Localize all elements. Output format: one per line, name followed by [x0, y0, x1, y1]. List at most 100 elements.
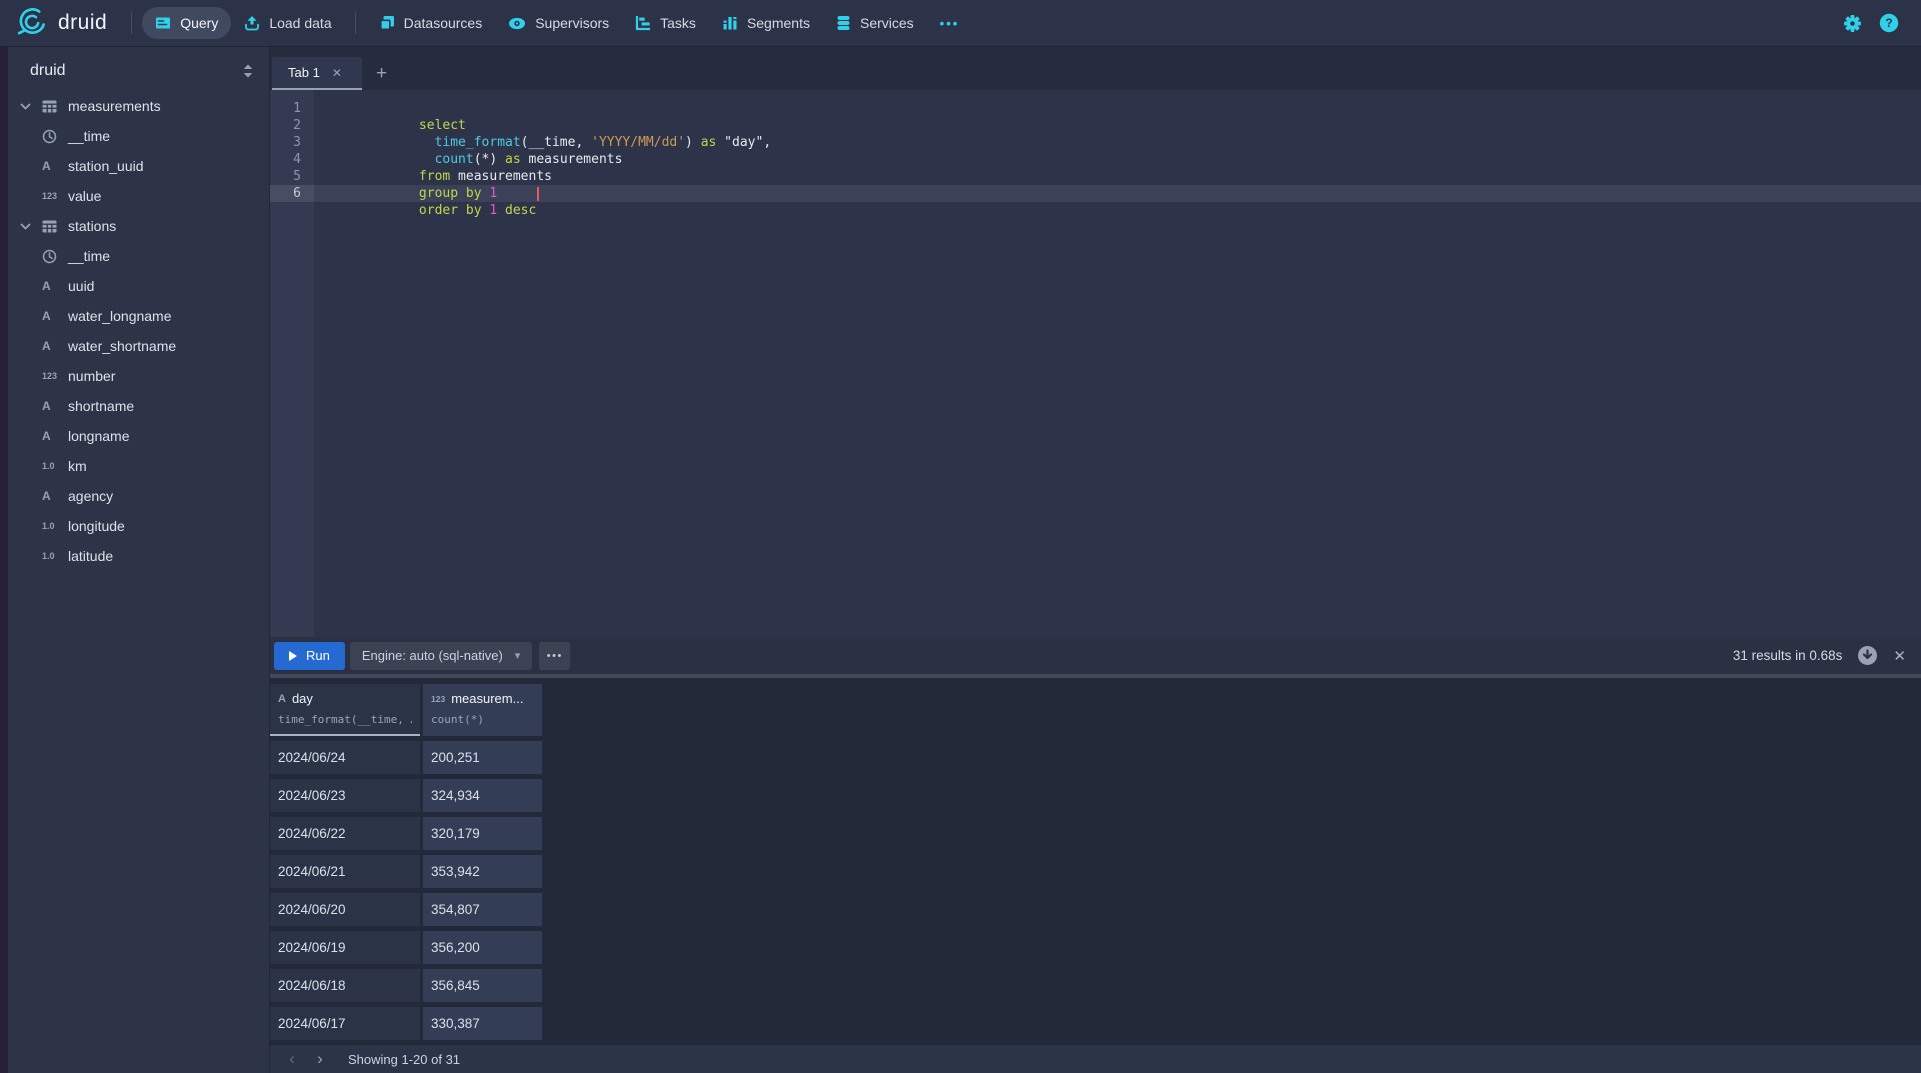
cell-day[interactable]: 2024/06/22: [270, 817, 420, 850]
table-row: 2024/06/20 354,807: [270, 893, 1921, 926]
tree-item-label: water_shortname: [68, 338, 176, 354]
nav-item-services[interactable]: Services: [823, 7, 927, 39]
nav-divider: [131, 12, 132, 34]
line-number: 6: [270, 185, 314, 202]
tree-item-label: number: [68, 368, 115, 384]
close-tab-icon[interactable]: ✕: [332, 66, 342, 80]
cell-day[interactable]: 2024/06/18: [270, 969, 420, 1002]
tree-item[interactable]: A station_uuid: [8, 151, 269, 181]
tree-item[interactable]: 1.0 longitude: [8, 511, 269, 541]
column-name: day: [292, 691, 313, 706]
play-icon: [289, 651, 297, 661]
line-number: 1: [270, 100, 314, 117]
cell-measurements[interactable]: 354,807: [423, 893, 542, 926]
line-number: 5: [270, 168, 314, 185]
line-text: count(*) as measurements: [314, 134, 1921, 151]
table-icon: [42, 220, 64, 233]
nav-item-label: Tasks: [660, 15, 696, 31]
tree-item[interactable]: A longname: [8, 421, 269, 451]
run-button-label: Run: [306, 648, 330, 663]
table-row: 2024/06/23 324,934: [270, 779, 1921, 812]
nav-more-button[interactable]: •••: [927, 7, 973, 39]
download-results-icon[interactable]: [1857, 645, 1878, 666]
tree-item-label: value: [68, 188, 101, 204]
add-tab-button[interactable]: +: [376, 64, 387, 83]
query-more-button[interactable]: •••: [539, 642, 570, 670]
navbar-right: ?: [1843, 13, 1921, 33]
tree-item[interactable]: A water_longname: [8, 301, 269, 331]
engine-select[interactable]: Engine: auto (sql-native) ▾: [350, 642, 532, 670]
string-type-icon: A: [278, 693, 286, 705]
cell-measurements[interactable]: 330,387: [423, 1007, 542, 1040]
engine-select-label: Engine: auto (sql-native): [362, 648, 503, 663]
next-page-button[interactable]: ›: [306, 1047, 334, 1071]
tree-item[interactable]: 123 value: [8, 181, 269, 211]
tree-item[interactable]: 123 number: [8, 361, 269, 391]
cell-measurements[interactable]: 200,251: [423, 741, 542, 774]
sql-editor[interactable]: 1 select 2 time_format(__time, 'YYYY/MM/…: [270, 90, 1921, 637]
svg-text:?: ?: [1885, 16, 1892, 30]
gantt-icon: [635, 15, 651, 31]
tree-item-label: agency: [68, 488, 113, 504]
double-caret-vertical-icon[interactable]: [243, 64, 253, 78]
settings-gear-icon[interactable]: [1843, 14, 1862, 33]
line-text: order by 1 desc: [314, 185, 1921, 202]
chevron-down-icon[interactable]: [20, 103, 42, 110]
cell-measurements[interactable]: 356,845: [423, 969, 542, 1002]
main-panel: Tab 1 ✕ + 1 select 2: [270, 47, 1921, 1073]
cell-day[interactable]: 2024/06/17: [270, 1007, 420, 1040]
cell-measurements[interactable]: 356,200: [423, 931, 542, 964]
nav-group-secondary: Datasources Supervisors Tasks Segments S…: [366, 7, 973, 39]
nav-item-label: Supervisors: [535, 15, 609, 31]
cell-measurements[interactable]: 353,942: [423, 855, 542, 888]
number-type-icon: 123: [431, 694, 445, 704]
string-icon: A: [42, 399, 64, 413]
chevron-down-icon[interactable]: [20, 223, 42, 230]
tree-item[interactable]: A shortname: [8, 391, 269, 421]
tree-item[interactable]: 1.0 km: [8, 451, 269, 481]
nav-item-load-data[interactable]: Load data: [231, 7, 344, 39]
line-tokens: order by 1 desc: [325, 168, 536, 219]
code-line[interactable]: 4 from measurements: [270, 151, 1921, 168]
column-header-measurements[interactable]: 123 measurem... count(*): [423, 684, 542, 736]
tree-item[interactable]: A agency: [8, 481, 269, 511]
more-icon: •••: [940, 16, 960, 31]
tree-item[interactable]: measurements: [8, 91, 269, 121]
cell-measurements[interactable]: 324,934: [423, 779, 542, 812]
nav-item-datasources[interactable]: Datasources: [366, 7, 496, 39]
tree-item[interactable]: A water_shortname: [8, 331, 269, 361]
cell-day[interactable]: 2024/06/23: [270, 779, 420, 812]
cell-day[interactable]: 2024/06/20: [270, 893, 420, 926]
help-icon[interactable]: ?: [1879, 13, 1899, 33]
tree-item[interactable]: 1.0 latitude: [8, 541, 269, 571]
run-button[interactable]: Run: [274, 642, 345, 670]
tree-item[interactable]: A uuid: [8, 271, 269, 301]
nav-item-segments[interactable]: Segments: [709, 7, 823, 39]
top-navbar: druid Query Load data Datasources: [0, 0, 1921, 47]
tree-item[interactable]: stations: [8, 211, 269, 241]
close-results-icon[interactable]: ✕: [1893, 647, 1906, 665]
table-row: 2024/06/18 356,845: [270, 969, 1921, 1002]
prev-page-button[interactable]: ‹: [278, 1047, 306, 1071]
tree-item-label: __time: [68, 128, 110, 144]
table-row: 2024/06/24 200,251: [270, 741, 1921, 774]
cell-day[interactable]: 2024/06/24: [270, 741, 420, 774]
cell-day[interactable]: 2024/06/21: [270, 855, 420, 888]
line-text: group by 1: [314, 168, 1921, 185]
upload-icon: [244, 15, 260, 31]
cell-measurements[interactable]: 320,179: [423, 817, 542, 850]
tree-item-label: station_uuid: [68, 158, 144, 174]
tree-item[interactable]: __time: [8, 241, 269, 271]
line-number: 3: [270, 134, 314, 151]
code-line[interactable]: 6 order by 1 desc: [270, 185, 1921, 202]
tree-item[interactable]: __time: [8, 121, 269, 151]
nav-item-supervisors[interactable]: Supervisors: [495, 7, 622, 39]
cell-day[interactable]: 2024/06/19: [270, 931, 420, 964]
nav-item-tasks[interactable]: Tasks: [622, 7, 709, 39]
nav-item-label: Query: [180, 15, 218, 31]
nav-item-query[interactable]: Query: [142, 7, 231, 39]
string-icon: A: [42, 279, 64, 293]
column-header-day[interactable]: A day time_format(__time, …: [270, 684, 420, 736]
float-icon: 1.0: [42, 521, 64, 531]
druid-logo[interactable]: druid: [0, 8, 121, 38]
